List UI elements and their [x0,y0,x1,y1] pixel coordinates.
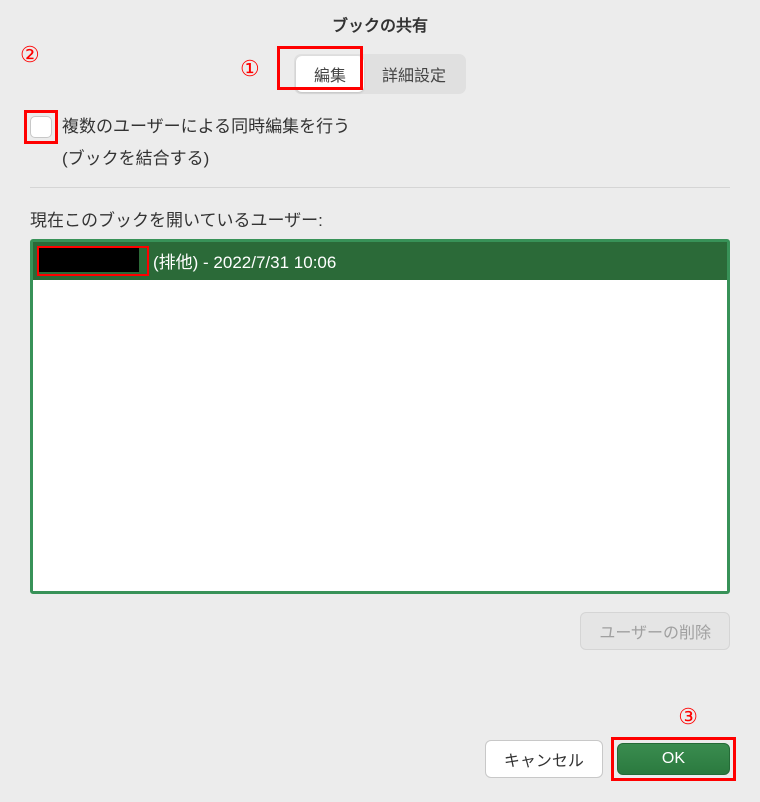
tabs-row: ① 編集 詳細設定 [30,54,730,94]
redaction-box [37,246,149,276]
tab-edit[interactable]: 編集 [296,56,364,92]
current-users-label: 現在このブックを開いているユーザー: [30,206,730,231]
dialog-title: ブックの共有 [0,0,760,44]
redacted-username [39,248,139,272]
remove-user-button: ユーザーの削除 [580,612,730,650]
user-list-item[interactable]: (排他) - 2022/7/31 10:06 [33,242,727,280]
cancel-button[interactable]: キャンセル [485,740,603,778]
tab-advanced[interactable]: 詳細設定 [364,56,464,92]
allow-multi-user-checkbox[interactable] [30,116,52,138]
annotation-1-label: ① [240,56,260,82]
allow-multi-user-label: 複数のユーザーによる同時編集を行う [62,114,350,140]
dialog-content: ① 編集 詳細設定 ② 複数のユーザーによる同時編集を行う (ブックを結合する)… [0,44,760,722]
ok-button[interactable]: OK [617,743,730,775]
users-listbox[interactable]: (排他) - 2022/7/31 10:06 [30,239,730,594]
below-list-row: ユーザーの削除 [30,612,730,650]
divider [30,187,730,188]
allow-multi-user-sublabel: (ブックを結合する) [62,144,730,169]
share-workbook-dialog: ブックの共有 ① 編集 詳細設定 ② 複数のユーザーによる同時編集を行う (ブッ… [0,0,760,802]
user-item-text: (排他) - 2022/7/31 10:06 [153,248,336,273]
allow-multi-user-row: 複数のユーザーによる同時編集を行う [30,114,730,140]
dialog-footer: ③ キャンセル OK [0,722,760,802]
tabs-group: 編集 詳細設定 [294,54,466,94]
